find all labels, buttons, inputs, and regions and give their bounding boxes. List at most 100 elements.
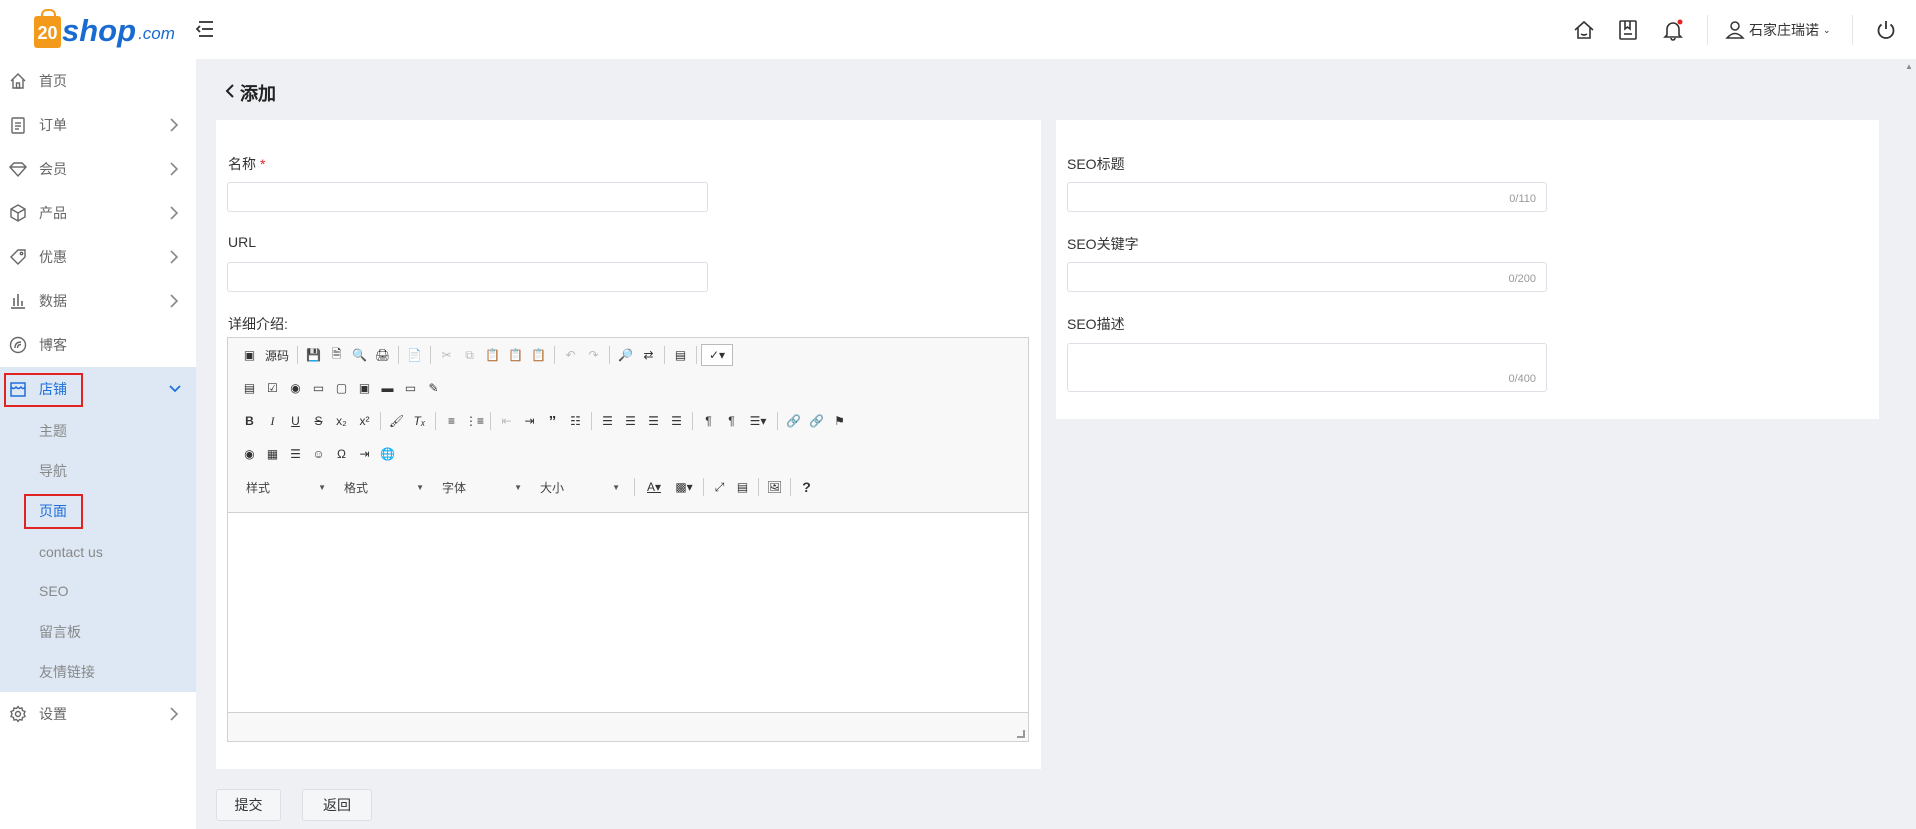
sidebar-item-blog[interactable]: 博客 xyxy=(0,323,196,367)
site-logo[interactable]: 20 shop .com xyxy=(34,8,175,48)
font-select[interactable]: 字体 ▼ xyxy=(434,476,526,498)
submit-button[interactable]: 提交 xyxy=(216,789,281,821)
bell-icon[interactable] xyxy=(1659,16,1687,44)
numbered-list-icon[interactable]: ≡ xyxy=(440,410,463,432)
table-icon[interactable]: ▦ xyxy=(261,443,284,465)
size-select[interactable]: 大小 ▼ xyxy=(532,476,624,498)
paste-icon[interactable]: 📋 xyxy=(481,344,504,366)
sidebar-item-orders[interactable]: 订单 xyxy=(0,103,196,147)
outdent-icon[interactable]: ⇤ xyxy=(495,410,518,432)
horizontal-line-icon[interactable]: ☰ xyxy=(284,443,307,465)
select-all-icon[interactable]: ▤ xyxy=(669,344,692,366)
scroll-up-icon[interactable]: ▲ xyxy=(1905,62,1913,71)
align-right-icon[interactable]: ☰ xyxy=(642,410,665,432)
sidebar-item-promotions[interactable]: 优惠 xyxy=(0,235,196,279)
align-center-icon[interactable]: ☰ xyxy=(619,410,642,432)
home-icon[interactable] xyxy=(1570,16,1598,44)
textarea-icon[interactable]: ▢ xyxy=(330,377,353,399)
link-icon[interactable]: 🔗 xyxy=(782,410,805,432)
iframe-icon[interactable]: 🌐 xyxy=(376,443,399,465)
text-field-icon[interactable]: ▭ xyxy=(307,377,330,399)
special-char-icon[interactable]: Ω xyxy=(330,443,353,465)
underline-icon[interactable]: U xyxy=(284,410,307,432)
anchor-icon[interactable]: ⚑ xyxy=(828,410,851,432)
save-icon[interactable]: 💾 xyxy=(302,344,325,366)
seo-title-input[interactable]: 0/110 xyxy=(1067,182,1547,212)
sidebar-item-products[interactable]: 产品 xyxy=(0,191,196,235)
submenu-item-guestbook[interactable]: 留言板 xyxy=(39,622,81,642)
redo-icon[interactable]: ↷ xyxy=(582,344,605,366)
undo-icon[interactable]: ↶ xyxy=(559,344,582,366)
source-icon[interactable]: ▣ xyxy=(238,344,261,366)
help-icon[interactable]: ? xyxy=(795,476,818,498)
power-icon[interactable] xyxy=(1872,16,1900,44)
cut-icon[interactable]: ✂ xyxy=(435,344,458,366)
ltr-icon[interactable]: ¶ xyxy=(697,410,720,432)
subscript-icon[interactable]: x₂ xyxy=(330,410,353,432)
menu-toggle-icon[interactable] xyxy=(193,17,217,41)
paste-word-icon[interactable]: 📋 xyxy=(527,344,550,366)
user-menu[interactable]: 石家庄瑞诺 ⌄ xyxy=(1725,16,1831,44)
print-icon[interactable]: 🖨 xyxy=(371,344,394,366)
submenu-item-contact-us[interactable]: contact us xyxy=(39,542,103,562)
indent-icon[interactable]: ⇥ xyxy=(518,410,541,432)
source-button[interactable]: 源码 xyxy=(261,347,293,364)
sidebar-item-settings[interactable]: 设置 xyxy=(0,692,196,736)
bookmark-icon[interactable] xyxy=(1614,16,1642,44)
bulleted-list-icon[interactable]: ⋮≡ xyxy=(463,410,486,432)
seo-description-textarea[interactable]: 0/400 xyxy=(1067,343,1547,392)
copy-format-icon[interactable]: 🖌 xyxy=(385,410,408,432)
div-container-icon[interactable]: ☷ xyxy=(564,410,587,432)
strikethrough-icon[interactable]: S xyxy=(307,410,330,432)
italic-icon[interactable]: I xyxy=(261,410,284,432)
hidden-field-icon[interactable]: ✎ xyxy=(422,377,445,399)
styles-select[interactable]: 样式 ▼ xyxy=(238,476,330,498)
form-icon[interactable]: ▤ xyxy=(238,377,261,399)
sidebar-item-home[interactable]: 首页 xyxy=(0,59,196,103)
justify-icon[interactable]: ☰ xyxy=(665,410,688,432)
paste-text-icon[interactable]: 📋 xyxy=(504,344,527,366)
submenu-item-friend-links[interactable]: 友情链接 xyxy=(39,662,95,682)
resize-handle-icon[interactable] xyxy=(1017,730,1025,738)
templates-icon[interactable]: 📄 xyxy=(403,344,426,366)
unlink-icon[interactable]: 🔗 xyxy=(805,410,828,432)
replace-icon[interactable]: ⇄ xyxy=(637,344,660,366)
flash-icon[interactable]: ◉ xyxy=(238,443,261,465)
language-icon[interactable]: ☰▾ xyxy=(743,410,773,432)
page-break-icon[interactable]: ⇥ xyxy=(353,443,376,465)
button-icon[interactable]: ▬ xyxy=(376,377,399,399)
blockquote-icon[interactable]: ” xyxy=(541,410,564,432)
back-chevron-icon[interactable] xyxy=(224,82,236,105)
show-blocks-icon[interactable]: ▤ xyxy=(731,476,754,498)
text-color-icon[interactable]: A▾ xyxy=(639,476,669,498)
seo-keywords-input[interactable]: 0/200 xyxy=(1067,262,1547,292)
radio-icon[interactable]: ◉ xyxy=(284,377,307,399)
back-button[interactable]: 返回 xyxy=(302,789,372,821)
copy-icon[interactable]: ⧉ xyxy=(458,344,481,366)
sidebar-item-members[interactable]: 会员 xyxy=(0,147,196,191)
remove-format-icon[interactable]: Tₓ xyxy=(408,410,431,432)
submenu-item-seo[interactable]: SEO xyxy=(39,581,69,601)
editor-content-area[interactable] xyxy=(228,512,1028,713)
url-input[interactable] xyxy=(227,262,708,292)
image-icon[interactable]: 🖼 xyxy=(763,476,786,498)
sidebar-item-data[interactable]: 数据 xyxy=(0,279,196,323)
spellcheck-icon[interactable]: ✓▾ xyxy=(701,344,734,366)
bg-color-icon[interactable]: ▩▾ xyxy=(669,476,699,498)
smiley-icon[interactable]: ☺ xyxy=(307,443,330,465)
name-input[interactable] xyxy=(227,182,708,212)
align-left-icon[interactable]: ☰ xyxy=(596,410,619,432)
image-button-icon[interactable]: ▭ xyxy=(399,377,422,399)
format-select[interactable]: 格式 ▼ xyxy=(336,476,428,498)
maximize-icon[interactable]: ⤢ xyxy=(708,476,731,498)
superscript-icon[interactable]: x² xyxy=(353,410,376,432)
submenu-item-theme[interactable]: 主题 xyxy=(39,421,67,441)
rtl-icon[interactable]: ¶ xyxy=(720,410,743,432)
checkbox-icon[interactable]: ☑ xyxy=(261,377,284,399)
submenu-item-navigation[interactable]: 导航 xyxy=(39,461,67,481)
new-page-icon[interactable]: 🗎 xyxy=(325,344,348,366)
bold-icon[interactable]: B xyxy=(238,410,261,432)
preview-icon[interactable]: 🔍 xyxy=(348,344,371,366)
select-field-icon[interactable]: ▣ xyxy=(353,377,376,399)
find-icon[interactable]: 🔎 xyxy=(614,344,637,366)
